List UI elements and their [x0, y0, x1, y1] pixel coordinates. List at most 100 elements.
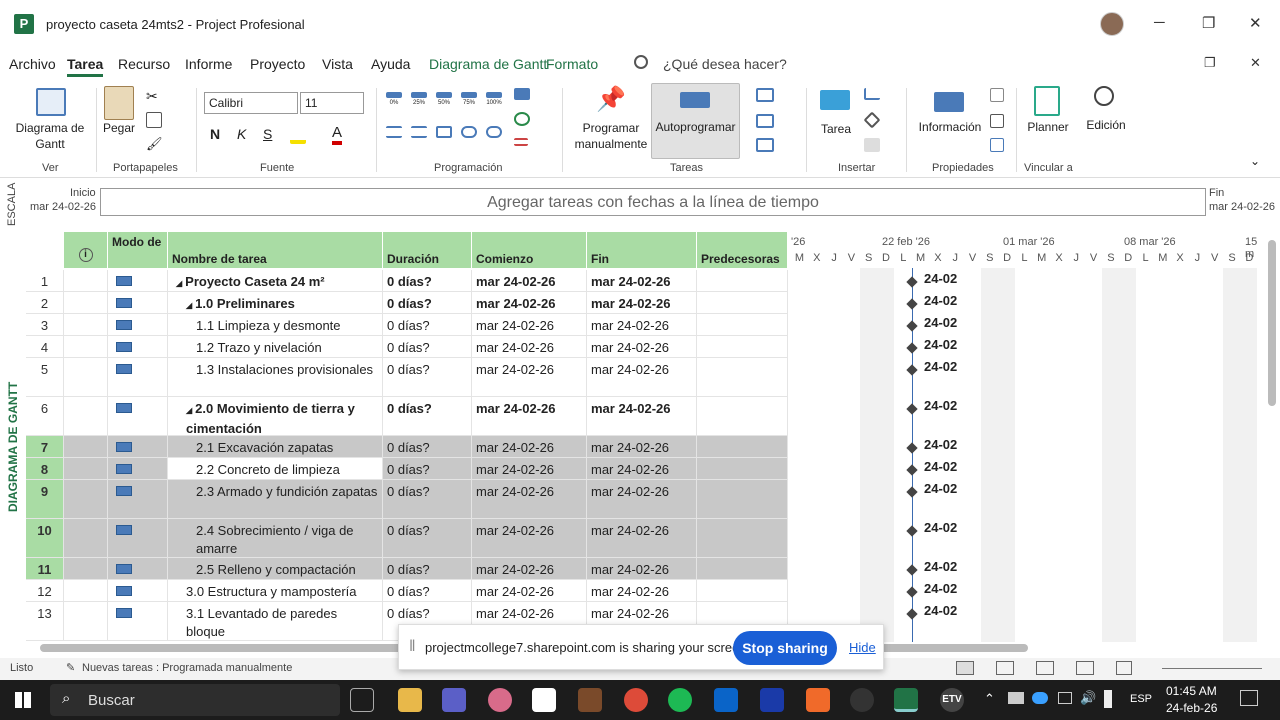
finish-cell[interactable]: mar 24-02-26 [587, 270, 697, 291]
row-number[interactable]: 10 [26, 519, 64, 557]
tab-proyecto[interactable]: Proyecto [250, 56, 305, 72]
predecessors-cell[interactable] [697, 270, 788, 291]
collapse-icon[interactable]: ◢ [186, 406, 192, 415]
table-row[interactable]: 2 ◢ 1.0 Preliminares 0 días? mar 24-02-26 mar… [26, 292, 788, 314]
project-taskbar-icon[interactable] [894, 688, 918, 712]
mode-cell[interactable] [108, 558, 168, 579]
pct-25-button[interactable]: 25% [409, 100, 429, 106]
milestone-marker[interactable] [906, 342, 918, 354]
predecessors-cell[interactable] [697, 436, 788, 457]
deliverable-icon[interactable] [864, 138, 880, 152]
start-cell[interactable]: mar 24-02-26 [472, 358, 587, 396]
table-row[interactable]: 4 1.2 Trazo y nivelación 0 días? mar 24-02-… [26, 336, 788, 358]
start-cell[interactable]: mar 24-02-26 [472, 519, 587, 557]
task-name-cell[interactable]: 2.5 Relleno y compactación [168, 558, 383, 579]
chrome-icon[interactable] [624, 688, 648, 712]
start-column-header[interactable]: Comienzo [472, 232, 587, 268]
start-cell[interactable]: mar 24-02-26 [472, 436, 587, 457]
task-name-cell[interactable]: 2.3 Armado y fundición zapatas [168, 480, 383, 518]
summary-icon[interactable] [864, 88, 880, 100]
deactivate-icon[interactable] [514, 138, 528, 146]
spotify-icon[interactable] [668, 688, 692, 712]
gantt-view-icon[interactable] [956, 661, 974, 675]
link-tasks-icon[interactable] [461, 126, 477, 138]
team-planner-icon[interactable] [1036, 661, 1054, 675]
manual-schedule-button[interactable]: Programar manualmente [572, 120, 650, 152]
mode-cell[interactable] [108, 519, 168, 557]
underline-button[interactable]: S [263, 126, 272, 142]
etv-icon[interactable]: ETV [940, 688, 964, 712]
information-button[interactable]: Información [914, 120, 986, 134]
start-cell[interactable]: mar 24-02-26 [472, 292, 587, 313]
milestone-marker[interactable] [906, 320, 918, 332]
table-row[interactable]: 12 3.0 Estructura y mampostería 0 días? mar… [26, 580, 788, 602]
predecessors-cell[interactable] [697, 336, 788, 357]
hide-link[interactable]: Hide [849, 640, 876, 655]
collapse-ribbon-icon[interactable]: ⌄ [1250, 154, 1260, 168]
table-row[interactable]: 8 2.2 Concreto de limpieza 0 días? mar 24-0… [26, 458, 788, 480]
duration-cell[interactable]: 0 días? [383, 519, 472, 557]
start-cell[interactable]: mar 24-02-26 [472, 314, 587, 335]
row-number[interactable]: 3 [26, 314, 64, 335]
mode-cell[interactable] [108, 580, 168, 601]
row-number[interactable]: 12 [26, 580, 64, 601]
teams-icon[interactable] [442, 688, 466, 712]
table-row[interactable]: 5 1.3 Instalaciones provisionales 0 días? m… [26, 358, 788, 397]
cut-icon[interactable]: ✂ [146, 88, 162, 104]
milestone-marker[interactable] [906, 276, 918, 288]
vertical-scrollbar[interactable] [1268, 240, 1276, 406]
task-name-cell[interactable]: 1.3 Instalaciones provisionales [168, 358, 383, 396]
duration-cell[interactable]: 0 días? [383, 358, 472, 396]
task-name-cell[interactable]: ◢ 1.0 Preliminares [168, 292, 383, 313]
row-number[interactable]: 11 [26, 558, 64, 579]
milestone-marker[interactable] [906, 564, 918, 576]
italic-button[interactable]: K [237, 126, 246, 142]
add-timeline-icon[interactable] [990, 138, 1004, 152]
paste-button[interactable]: Pegar [100, 121, 138, 135]
duration-cell[interactable]: 0 días? [383, 458, 472, 479]
row-number[interactable]: 7 [26, 436, 64, 457]
drag-handle-icon[interactable]: ‖ [409, 638, 416, 656]
finish-cell[interactable]: mar 24-02-26 [587, 292, 697, 313]
language-indicator[interactable]: ESP [1130, 693, 1152, 705]
battery-icon[interactable] [1104, 690, 1112, 708]
duration-cell[interactable]: 0 días? [383, 336, 472, 357]
finish-column-header[interactable]: Fin [587, 232, 697, 268]
mode-cell[interactable] [108, 602, 168, 640]
tab-diagrama-gantt[interactable]: Diagrama de Gantt [429, 56, 547, 72]
mode-column-header[interactable]: Modo de [108, 232, 168, 268]
clock-date[interactable]: 24-feb-26 [1166, 701, 1217, 715]
minimize-icon[interactable]: ─ [1154, 14, 1165, 31]
row-number[interactable]: 4 [26, 336, 64, 357]
table-row[interactable]: 7 2.1 Excavación zapatas 0 días? mar 24-02-… [26, 436, 788, 458]
start-cell[interactable]: mar 24-02-26 [472, 458, 587, 479]
start-cell[interactable]: mar 24-02-26 [472, 336, 587, 357]
pct-50-button[interactable]: 50% [434, 100, 454, 106]
tab-informe[interactable]: Informe [185, 56, 232, 72]
mode-cell[interactable] [108, 270, 168, 291]
finish-cell[interactable]: mar 24-02-26 [587, 558, 697, 579]
task-name-cell[interactable]: ◢ 2.0 Movimiento de tierra y cimentación [168, 397, 383, 435]
mark-on-track-icon[interactable] [514, 88, 530, 100]
start-cell[interactable]: mar 24-02-26 [472, 397, 587, 435]
task-usage-icon[interactable] [996, 661, 1014, 675]
row-number[interactable]: 8 [26, 458, 64, 479]
inactivate-icon[interactable] [514, 112, 530, 126]
table-row[interactable]: 9 2.3 Armado y fundición zapatas 0 días? ma… [26, 480, 788, 519]
task-view-icon[interactable] [350, 688, 374, 712]
search-box[interactable]: ¿Qué desea hacer? [663, 56, 787, 72]
milestone-marker[interactable] [906, 525, 918, 537]
predecessors-cell[interactable] [697, 480, 788, 518]
ribbon-display-icon[interactable]: ❐ [1204, 55, 1216, 71]
finish-cell[interactable]: mar 24-02-26 [587, 436, 697, 457]
collapse-icon[interactable]: ◢ [186, 301, 192, 310]
info-column-header[interactable]: i [64, 232, 108, 268]
finish-cell[interactable]: mar 24-02-26 [587, 336, 697, 357]
finish-cell[interactable]: mar 24-02-26 [587, 458, 697, 479]
predecessors-cell[interactable] [697, 580, 788, 601]
finish-cell[interactable]: mar 24-02-26 [587, 480, 697, 518]
row-number[interactable]: 5 [26, 358, 64, 396]
milestone-marker[interactable] [906, 486, 918, 498]
milestone-marker[interactable] [906, 586, 918, 598]
paint-icon[interactable] [488, 688, 512, 712]
